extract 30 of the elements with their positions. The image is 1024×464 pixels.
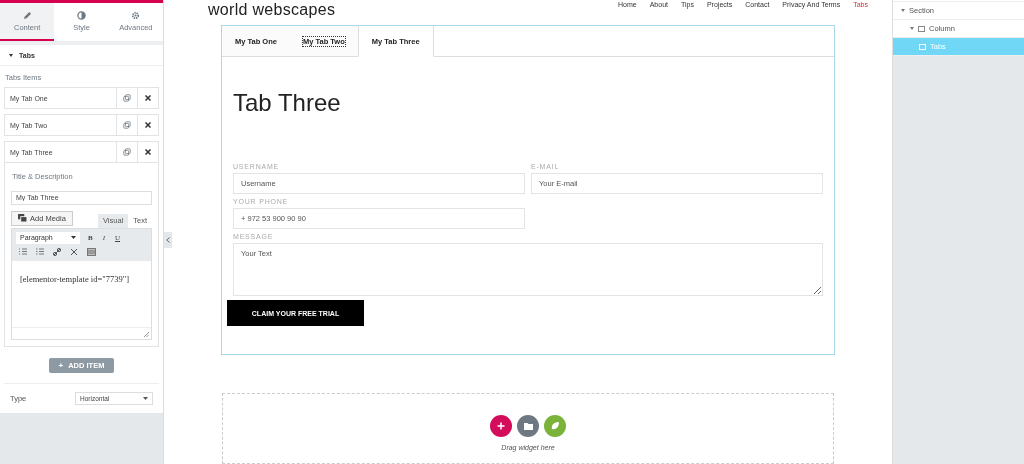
folder-icon	[523, 422, 533, 430]
close-icon	[145, 95, 151, 101]
chevron-left-icon	[166, 237, 170, 243]
caret-icon	[71, 236, 76, 239]
settings-icon	[131, 10, 141, 20]
add-template-button[interactable]	[517, 415, 539, 437]
copy-icon	[123, 121, 131, 129]
close-icon	[145, 149, 151, 155]
site-logo[interactable]: world webscapes	[208, 1, 336, 18]
pencil-icon	[22, 10, 32, 20]
leaf-button[interactable]	[544, 415, 566, 437]
numbered-list-icon[interactable]	[36, 248, 44, 255]
copy-icon	[123, 148, 131, 156]
element-icon	[919, 43, 926, 50]
contrast-icon	[77, 10, 86, 20]
collapse-panel-button[interactable]	[164, 232, 172, 248]
copy-icon	[123, 94, 131, 102]
fullscreen-icon[interactable]	[70, 247, 78, 256]
tab-heading: Tab Three	[233, 89, 342, 117]
leaf-icon	[551, 422, 559, 430]
caret-icon	[143, 396, 148, 400]
plus-icon	[497, 422, 505, 430]
media-icon	[18, 214, 27, 222]
element-icon	[918, 25, 925, 32]
close-icon	[145, 122, 151, 128]
link-icon[interactable]	[53, 247, 61, 256]
resize-handle-icon[interactable]	[144, 331, 149, 337]
bullet-list-icon[interactable]	[19, 248, 27, 255]
add-section-button[interactable]	[490, 415, 512, 437]
table-icon[interactable]	[87, 247, 96, 256]
